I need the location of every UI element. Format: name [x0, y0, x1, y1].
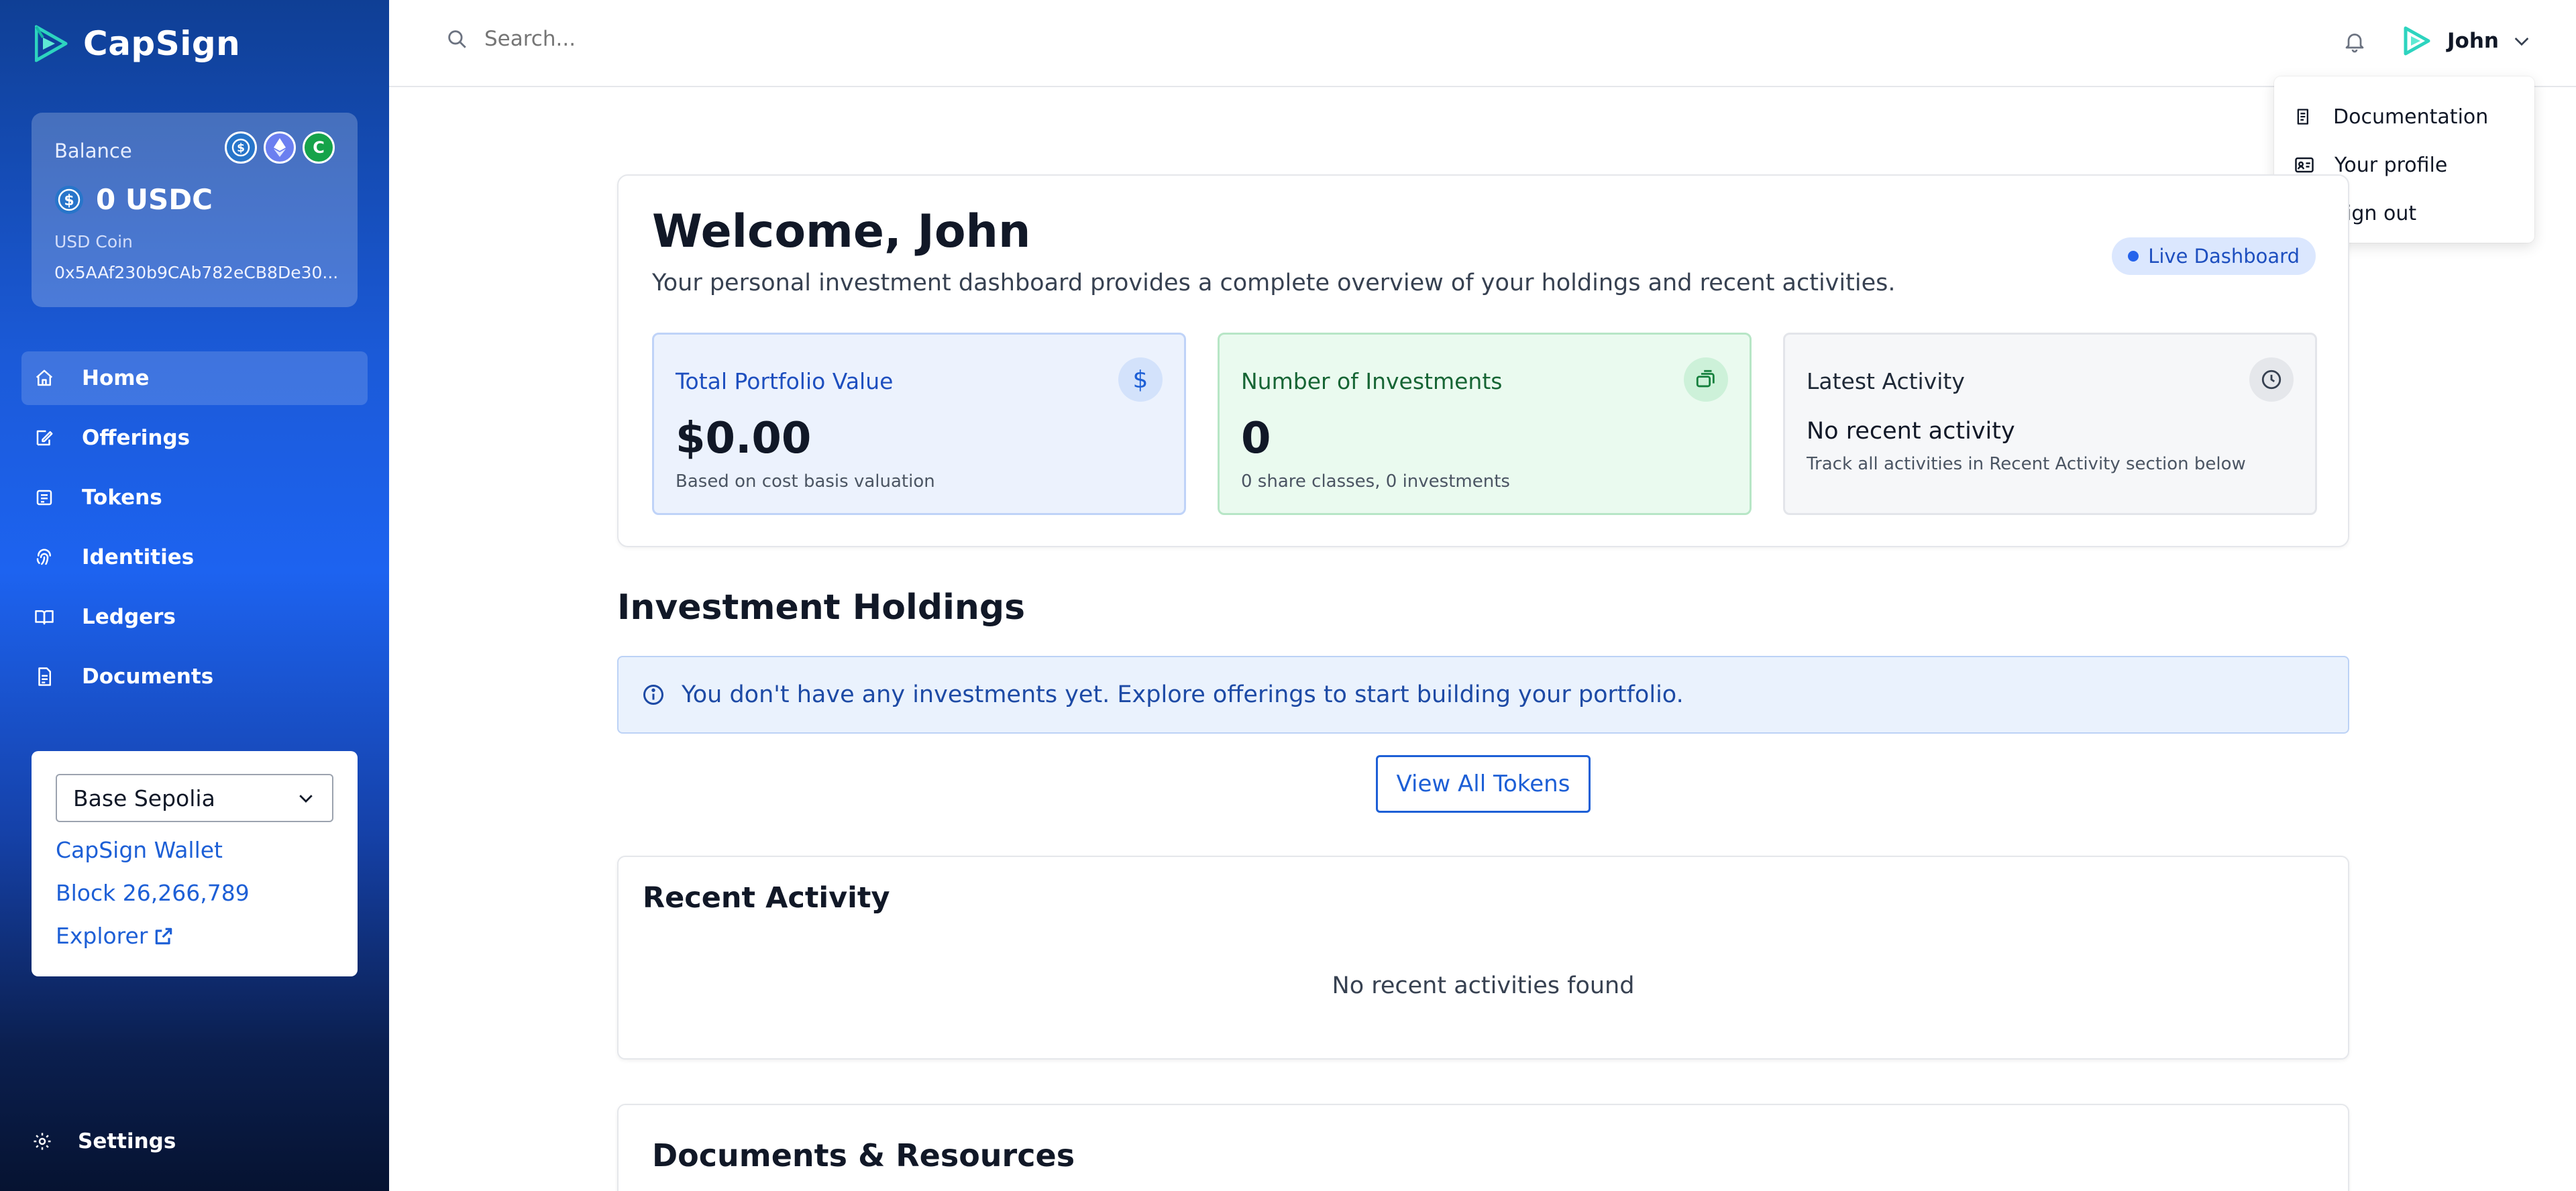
clock-icon [2249, 357, 2294, 402]
network-select-value: Base Sepolia [73, 785, 215, 811]
search-bar [445, 27, 1088, 51]
info-message: You don't have any investments yet. Expl… [682, 681, 1684, 708]
eth-icon[interactable] [264, 131, 296, 164]
page-title: Welcome, John [652, 205, 1031, 258]
dollar-glyph: $ [1132, 365, 1148, 394]
fingerprint-icon [32, 545, 56, 569]
logo[interactable]: CapSign [35, 20, 240, 67]
sidebar-item-label: Ledgers [82, 605, 176, 629]
coin-c-label: C [313, 138, 325, 157]
stat-title: Number of Investments [1241, 368, 1503, 394]
info-banner: You don't have any investments yet. Expl… [617, 656, 2349, 734]
recent-activity-card: Recent Activity No recent activities fou… [617, 856, 2349, 1060]
avatar [2399, 23, 2435, 59]
holdings-title: Investment Holdings [617, 587, 1026, 628]
chevron-down-icon [2514, 38, 2529, 46]
sidebar-nav: Home Offerings Tokens Identities Ledgers… [21, 351, 368, 710]
menu-item-label: Documentation [2333, 105, 2489, 129]
recent-activity-title: Recent Activity [643, 881, 890, 915]
stat-value: 0 [1241, 414, 1271, 463]
stat-note: 0 share classes, 0 investments [1241, 471, 1510, 492]
search-input[interactable] [484, 27, 1088, 51]
stat-value: No recent activity [1807, 418, 2015, 445]
page-subtitle: Your personal investment dashboard provi… [652, 270, 1896, 296]
wallet-link[interactable]: CapSign Wallet [56, 836, 333, 865]
token-icon [32, 486, 56, 510]
chevron-down-icon [299, 795, 313, 803]
documents-card: Documents & Resources [617, 1104, 2349, 1191]
stack-icon [1684, 357, 1728, 402]
sidebar-item-label: Identities [82, 545, 195, 569]
stat-value: $0.00 [676, 414, 812, 463]
menu-item-documentation[interactable]: Documentation [2274, 93, 2534, 141]
stat-title: Latest Activity [1807, 368, 1965, 394]
document-icon [32, 665, 56, 689]
dollar-icon: $ [1118, 357, 1163, 402]
book-icon [32, 605, 56, 629]
sidebar-item-home[interactable]: Home [21, 351, 368, 405]
usdc-icon[interactable]: $ [225, 131, 257, 164]
document-icon [2297, 109, 2308, 125]
notifications-button[interactable] [2343, 30, 2367, 56]
stat-card-portfolio: Total Portfolio Value $ $0.00 Based on c… [652, 333, 1186, 515]
menu-item-label: Your profile [2334, 153, 2448, 177]
recent-activity-empty: No recent activities found [1332, 972, 1635, 999]
settings-label: Settings [78, 1129, 176, 1153]
badge-label: Live Dashboard [2148, 245, 2300, 268]
token-name: USD Coin [54, 232, 133, 251]
coin-switcher: $ C [225, 131, 335, 164]
sidebar-item-label: Offerings [82, 426, 191, 450]
live-dashboard-badge: Live Dashboard [2112, 237, 2316, 275]
sidebar-item-label: Tokens [82, 486, 162, 510]
stat-card-activity: Latest Activity No recent activity Track… [1783, 333, 2317, 515]
capsign-coin-icon[interactable]: C [303, 131, 335, 164]
sidebar-item-settings[interactable]: Settings [32, 1129, 176, 1153]
top-header: John [389, 0, 2576, 87]
sidebar-item-label: Home [82, 366, 150, 390]
welcome-card: Welcome, John Your personal investment d… [617, 174, 2349, 547]
offering-icon [32, 426, 56, 450]
search-icon [448, 30, 466, 48]
explorer-link[interactable]: Explorer [56, 921, 333, 951]
network-card: Base Sepolia CapSign Wallet Block 26,266… [32, 751, 358, 976]
sidebar-item-tokens[interactable]: Tokens [21, 471, 368, 524]
svg-text:$: $ [64, 192, 74, 209]
stat-note: Track all activities in Recent Activity … [1807, 454, 2246, 474]
stat-title: Total Portfolio Value [676, 368, 894, 394]
gear-icon [34, 1133, 51, 1150]
documents-title: Documents & Resources [652, 1137, 1075, 1174]
sidebar-item-offerings[interactable]: Offerings [21, 411, 368, 465]
app-root: CapSign Balance $ C $ 0 USDC USD Coin 0x… [0, 0, 2576, 1191]
live-dot-icon [2128, 251, 2139, 262]
external-link-icon [156, 927, 172, 945]
stat-card-investments: Number of Investments 0 0 share classes,… [1218, 333, 1752, 515]
usdc-icon: $ [55, 185, 83, 214]
sidebar: CapSign Balance $ C $ 0 USDC USD Coin 0x… [0, 0, 389, 1191]
sidebar-item-identities[interactable]: Identities [21, 530, 368, 584]
app-name: CapSign [83, 24, 241, 63]
info-icon [643, 685, 663, 705]
sidebar-item-documents[interactable]: Documents [21, 650, 368, 703]
user-name: John [2447, 29, 2499, 53]
bell-icon [2345, 34, 2364, 53]
sidebar-item-ledgers[interactable]: Ledgers [21, 590, 368, 644]
balance-amount: 0 USDC [96, 183, 213, 216]
explorer-label: Explorer [56, 923, 148, 949]
wallet-address[interactable]: 0x5AAf230b9CAb782eCB8De30... [54, 263, 338, 282]
network-select[interactable]: Base Sepolia [56, 774, 333, 822]
block-link[interactable]: Block 26,266,789 [56, 878, 333, 908]
home-icon [32, 366, 56, 390]
sidebar-item-label: Documents [82, 665, 214, 689]
svg-text:$: $ [237, 141, 245, 155]
id-card-icon [2295, 157, 2314, 173]
capsign-logo-icon [35, 25, 68, 62]
balance-label: Balance [54, 139, 132, 162]
stat-note: Based on cost basis valuation [676, 471, 935, 492]
view-all-tokens-button[interactable]: View All Tokens [1376, 755, 1591, 813]
balance-card: Balance $ C $ 0 USDC USD Coin 0x5AAf230b… [32, 113, 358, 307]
balance-amount-row: $ 0 USDC [54, 183, 213, 216]
user-menu-button[interactable]: John [2399, 23, 2532, 59]
